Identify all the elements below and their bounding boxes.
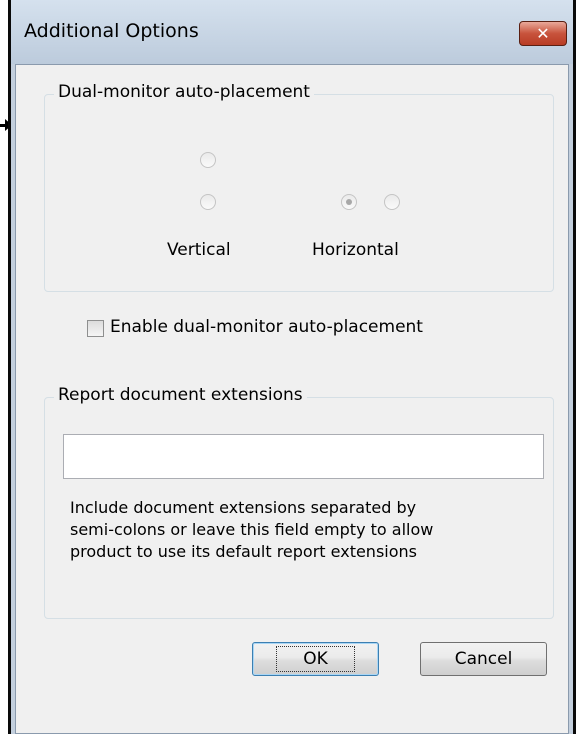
enable-placement-checkbox[interactable]	[87, 320, 104, 337]
vertical-label: Vertical	[167, 240, 231, 260]
extensions-group: Report document extensions Include docum…	[44, 385, 554, 619]
extensions-input[interactable]	[63, 434, 544, 479]
placement-left-radio[interactable]	[341, 194, 357, 210]
ok-button[interactable]: OK	[252, 642, 379, 676]
dialog-title: Additional Options	[24, 20, 199, 42]
help-line: product to use its default report extens…	[70, 542, 417, 561]
placement-group-title: Dual-monitor auto-placement	[54, 82, 314, 102]
ok-button-label: OK	[276, 646, 355, 672]
dialog-content: Dual-monitor auto-placement Vertical Hor…	[15, 64, 569, 734]
help-line: Include document extensions separated by	[70, 498, 417, 517]
placement-group: Dual-monitor auto-placement Vertical Hor…	[44, 82, 554, 292]
horizontal-label: Horizontal	[312, 240, 399, 260]
placement-top-radio[interactable]	[200, 152, 216, 168]
cancel-button[interactable]: Cancel	[420, 642, 547, 676]
help-line: semi-colons or leave this field empty to…	[70, 520, 434, 539]
close-icon: ✕	[536, 24, 550, 43]
extensions-help-text: Include document extensions separated by…	[70, 497, 433, 563]
cancel-button-label: Cancel	[454, 649, 513, 669]
additional-options-dialog: Additional Options ✕ Dual-monitor auto-p…	[8, 0, 576, 734]
close-button[interactable]: ✕	[519, 21, 567, 46]
placement-bottom-radio[interactable]	[200, 194, 216, 210]
extensions-group-title: Report document extensions	[54, 385, 307, 405]
placement-right-radio[interactable]	[384, 194, 400, 210]
enable-placement-label[interactable]: Enable dual-monitor auto-placement	[110, 317, 423, 337]
title-bar[interactable]: Additional Options ✕	[11, 0, 573, 64]
